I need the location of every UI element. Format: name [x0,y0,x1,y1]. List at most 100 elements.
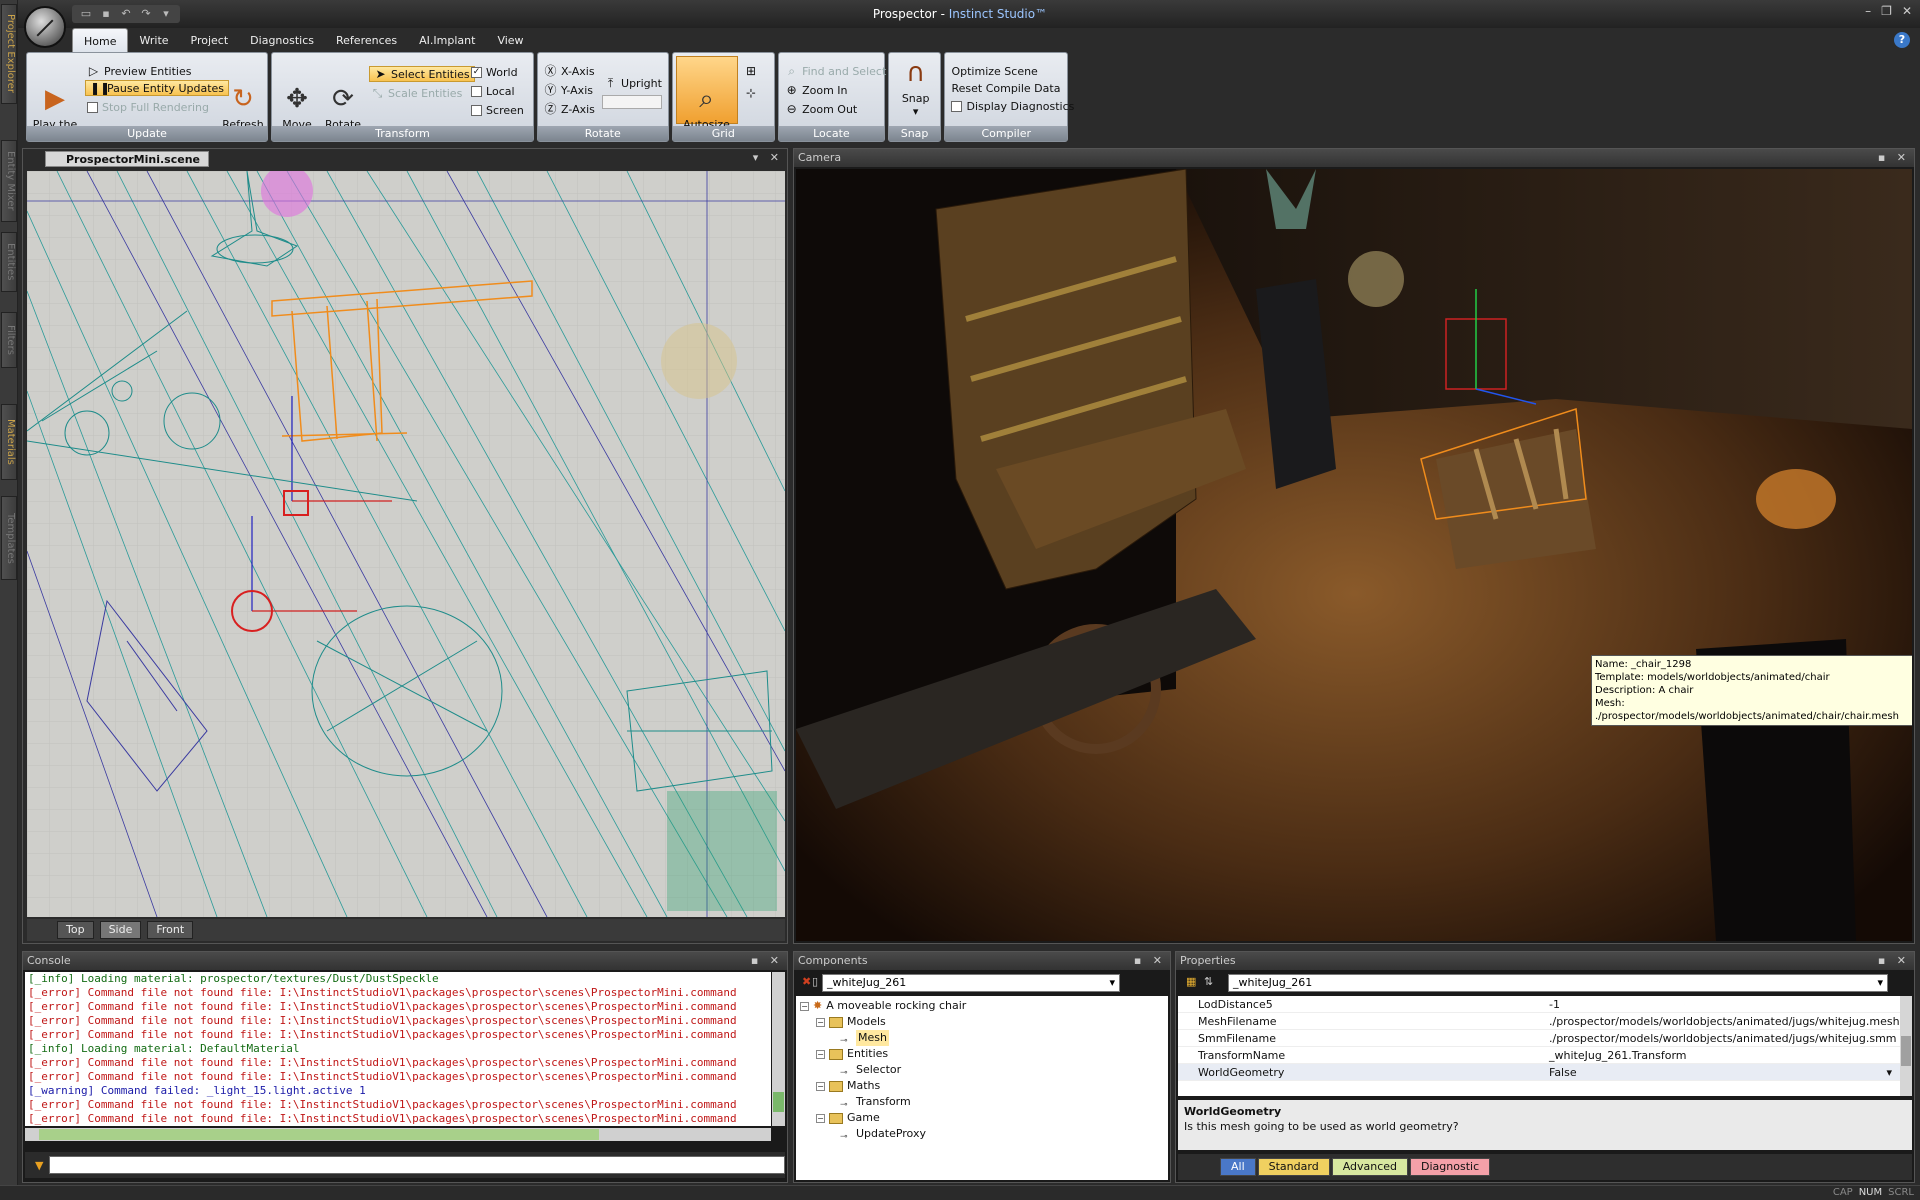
snap-button[interactable]: ∩ Snap ▾ [895,57,937,118]
tree-folder-entities[interactable]: − Entities [816,1046,888,1062]
console-output[interactable]: [_info] Loading material: prospector/tex… [25,972,771,1126]
side-tab-templates[interactable]: Templates [1,496,17,580]
find-and-select-button[interactable]: ⌕ Find and Select [785,63,886,79]
grid-snap-button[interactable]: ⊹ [745,85,758,101]
close-icon[interactable]: ✕ [1902,4,1912,18]
side-tab-project-explorer[interactable]: Project Explorer [1,4,17,104]
side-dock-strip: Project Explorer Entity Mixer Entities F… [0,0,18,1185]
scale-entities-button[interactable]: ⤡ Scale Entities [371,85,463,101]
property-name: LodDistance5 [1198,998,1273,1011]
tab-view[interactable]: View [486,28,534,52]
screen-checkbox[interactable]: Screen [471,102,524,118]
property-row[interactable]: SmmFilename ./prospector/models/worldobje… [1178,1030,1900,1047]
tab-diagnostic[interactable]: Diagnostic [1410,1158,1491,1176]
optimize-scene-button[interactable]: Optimize Scene [951,63,1037,79]
x-axis-button[interactable]: Ⓧ X-Axis [544,63,595,79]
z-axis-button[interactable]: Ⓩ Z-Axis [544,101,595,117]
console-vertical-scrollbar[interactable] [772,972,785,1126]
tree-folder-maths[interactable]: − Maths [816,1078,880,1094]
tab-write[interactable]: Write [128,28,179,52]
tree-root[interactable]: − ✸ A moveable rocking chair [800,998,966,1014]
tree-item-updateproxy[interactable]: ⊸ UpdateProxy [840,1126,926,1142]
camera-panel-controls[interactable]: ▪ ✕ [1878,149,1910,167]
delete-component-icon[interactable]: ✖ [802,975,811,988]
tab-standard[interactable]: Standard [1257,1158,1330,1176]
console-horizontal-scrollbar[interactable] [25,1128,771,1141]
refresh-entities-button[interactable]: ↻Refresh Entities [219,57,267,157]
tab-home[interactable]: Home [72,28,129,52]
move-entities-button[interactable]: ✥Move Entities [274,57,320,157]
stop-full-rendering-checkbox[interactable]: Stop Full Rendering [87,99,209,115]
sort-alpha-icon[interactable]: ⇅ [1204,975,1213,988]
tree-folder-models[interactable]: − Models [816,1014,886,1030]
rotate-step-dropdown[interactable] [602,95,663,109]
view-tab-top[interactable]: Top [57,921,94,939]
console-panel-controls[interactable]: ▪ ✕ [751,952,783,970]
property-row[interactable]: MeshFilename ./prospector/models/worldobj… [1178,1013,1900,1030]
stop-rendering-check [87,101,98,113]
view-tab-front[interactable]: Front [147,921,194,939]
document-icon[interactable]: ▯ [812,975,818,988]
grid-options-button[interactable]: ⊞ [745,63,758,79]
component-entity-select[interactable]: _whiteJug_261 ▾ [822,974,1120,992]
zoom-in-button[interactable]: ⊕ Zoom In [785,82,848,98]
categorized-icon[interactable]: ▦ [1186,975,1196,988]
rotate-entities-button[interactable]: ⟳Rotate Entities [320,57,366,157]
upright-button[interactable]: ⤒ Upright [604,75,662,91]
top-view-viewport[interactable] [27,171,785,917]
side-tab-entity-mixer[interactable]: Entity Mixer [1,140,17,222]
tree-item-selector[interactable]: ⊸ Selector [840,1062,901,1078]
autosize-minor-lines-button[interactable]: ⌕Autosize Minor Lines [675,56,739,144]
collapse-icon[interactable]: − [816,1017,825,1027]
chevron-down-icon[interactable]: ▾ [1886,1064,1892,1081]
zoom-out-button[interactable]: ⊖ Zoom Out [785,101,858,117]
help-icon[interactable]: ? [1894,32,1910,48]
view-tab-side[interactable]: Side [99,921,142,939]
property-scroll-thumb[interactable] [1901,1036,1911,1066]
side-tab-materials[interactable]: Materials [1,404,17,480]
tab-advanced[interactable]: Advanced [1331,1158,1409,1176]
play-game-button[interactable]: ▶Play the Game [31,57,79,157]
display-diagnostics-checkbox[interactable]: Display Diagnostics [951,98,1074,114]
property-row[interactable]: WorldGeometry False ▾ [1178,1064,1900,1081]
tab-diagnostics[interactable]: Diagnostics [239,28,325,52]
tab-project[interactable]: Project [180,28,240,52]
tab-ai-implant[interactable]: AI.Implant [408,28,486,52]
console-hscroll-thumb[interactable] [39,1129,599,1140]
tree-item-label: Mesh [856,1030,889,1046]
side-tab-filters[interactable]: Filters [1,312,17,368]
property-grid-scrollbar[interactable] [1900,996,1912,1096]
minimize-icon[interactable]: – [1865,4,1871,18]
select-entities-button[interactable]: ➤ Select Entities [369,66,475,82]
world-checkbox[interactable]: ✓ World [471,64,518,80]
tree-item-mesh[interactable]: ⊸ Mesh [840,1030,889,1046]
property-row[interactable]: TransformName _whiteJug_261.Transform [1178,1047,1900,1064]
reset-compile-data-button[interactable]: Reset Compile Data [951,80,1060,96]
collapse-icon[interactable]: − [816,1081,825,1091]
console-scroll-thumb[interactable] [773,1092,784,1112]
collapse-icon[interactable]: − [816,1049,825,1059]
filter-icon[interactable]: ▼ [35,1159,43,1172]
application-orb-button[interactable] [24,6,66,48]
tree-item-transform[interactable]: ⊸ Transform [840,1094,911,1110]
restore-icon[interactable]: ❐ [1881,4,1892,18]
side-tab-entities[interactable]: Entities [1,232,17,292]
preview-entities-button[interactable]: ▷ Preview Entities [87,63,192,79]
properties-panel-controls[interactable]: ▪ ✕ [1878,952,1910,970]
property-row[interactable]: LodDistance5 -1 [1178,996,1900,1013]
collapse-icon[interactable]: − [816,1113,825,1123]
tab-all[interactable]: All [1220,1158,1256,1176]
tree-folder-game[interactable]: − Game [816,1110,880,1126]
console-command-input[interactable] [49,1156,785,1174]
screen-check [471,104,483,116]
y-axis-button[interactable]: Ⓨ Y-Axis [544,82,593,98]
components-panel-controls[interactable]: ▪ ✕ [1134,952,1166,970]
collapse-icon[interactable]: − [800,1001,809,1011]
camera-viewport[interactable]: Name: _chair_1298 Template: models/world… [796,169,1912,941]
pause-entity-updates-button[interactable]: ❚❚ Pause Entity Updates [85,80,230,96]
tab-references[interactable]: References [325,28,408,52]
property-entity-select[interactable]: _whiteJug_261 ▾ [1228,974,1888,992]
scene-document-tab[interactable]: ProspectorMini.scene [45,151,210,167]
scene-close-icon[interactable]: ▾ ✕ [753,149,783,167]
local-checkbox[interactable]: Local [471,83,515,99]
